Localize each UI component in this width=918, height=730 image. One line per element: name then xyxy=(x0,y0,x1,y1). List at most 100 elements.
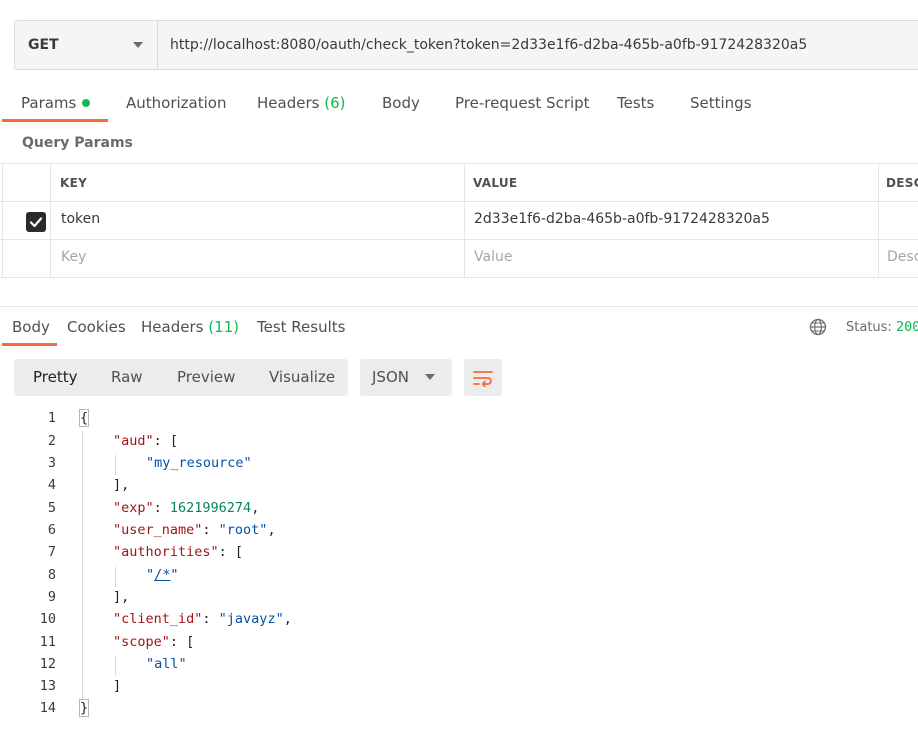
code-line: ], xyxy=(113,589,130,605)
open-brace: { xyxy=(79,409,90,427)
status-code: 200 xyxy=(895,319,918,335)
response-tab-body[interactable]: Body xyxy=(12,318,50,336)
line-number: 2 xyxy=(47,433,56,449)
code-line: "scope": [ xyxy=(113,634,195,650)
code-line: { xyxy=(79,409,90,427)
json-key: "client_id" xyxy=(113,611,203,627)
column-header-description: DESCI xyxy=(886,176,918,190)
code-line: } xyxy=(79,699,90,717)
tab-label: Params xyxy=(21,94,77,112)
response-status: Status: 200 xyxy=(846,319,918,335)
tab-label: Headers xyxy=(257,94,320,112)
tab-params[interactable]: Params xyxy=(21,94,91,112)
active-tab-underline xyxy=(2,343,57,346)
json-string: "root" xyxy=(218,522,268,538)
line-number: 10 xyxy=(39,611,56,627)
close-brace: } xyxy=(79,699,90,717)
pane-divider xyxy=(0,306,918,307)
code-line: ], xyxy=(113,477,130,493)
code-line: "all" xyxy=(146,656,187,672)
table-border xyxy=(0,277,918,278)
code-line: ] xyxy=(113,678,122,694)
param-enabled-checkbox[interactable] xyxy=(26,212,46,232)
check-icon xyxy=(29,217,43,228)
wrap-lines-icon xyxy=(473,370,493,387)
tab-tests[interactable]: Tests xyxy=(617,94,654,112)
tab-authorization[interactable]: Authorization xyxy=(126,94,226,112)
chevron-down-icon xyxy=(133,42,143,48)
url-input[interactable]: http://localhost:8080/oauth/check_token?… xyxy=(158,21,807,69)
line-number: 1 xyxy=(47,410,56,426)
format-select[interactable]: JSON xyxy=(360,359,452,396)
line-number: 14 xyxy=(39,700,56,716)
json-key: "authorities" xyxy=(113,544,219,560)
globe-icon[interactable] xyxy=(809,318,827,336)
line-number: 11 xyxy=(39,634,56,650)
table-border xyxy=(2,163,3,278)
table-border xyxy=(0,201,918,202)
code-line: "aud": [ xyxy=(113,433,179,449)
view-visualize-button[interactable]: Visualize xyxy=(269,359,335,396)
code-line: "user_name": "root", xyxy=(113,522,276,538)
json-string: "javayz" xyxy=(218,611,284,627)
param-value-cell[interactable]: 2d33e1f6-d2ba-465b-a0fb-9172428320a5 xyxy=(474,211,770,227)
table-border xyxy=(0,163,918,164)
tab-settings[interactable]: Settings xyxy=(690,94,752,112)
response-tab-test-results[interactable]: Test Results xyxy=(257,318,345,336)
line-number: 6 xyxy=(47,522,56,538)
active-dot-icon xyxy=(82,98,91,107)
code-line: "/*" xyxy=(146,567,179,583)
table-border xyxy=(878,163,879,278)
code-line: "authorities": [ xyxy=(113,544,244,560)
response-tab-headers[interactable]: Headers (11) xyxy=(141,318,239,336)
code-line: "my_resource" xyxy=(146,455,252,471)
json-link[interactable]: /* xyxy=(154,567,170,583)
table-border xyxy=(50,163,51,278)
line-number: 9 xyxy=(47,589,56,605)
column-header-key: KEY xyxy=(60,176,88,190)
column-header-value: VALUE xyxy=(473,176,518,190)
view-mode-group: Pretty Raw Preview Visualize xyxy=(14,359,348,396)
indent-guide xyxy=(115,567,116,587)
view-pretty-button[interactable]: Pretty xyxy=(33,359,78,396)
json-key: "scope" xyxy=(113,634,170,650)
query-params-title: Query Params xyxy=(22,135,133,151)
line-number: 8 xyxy=(47,567,56,583)
indent-guide xyxy=(82,431,83,699)
param-key-cell[interactable]: token xyxy=(61,211,100,227)
json-string: "my_resource" xyxy=(146,455,252,471)
json-key: "user_name" xyxy=(113,522,203,538)
response-tab-cookies[interactable]: Cookies xyxy=(67,318,126,336)
method-select[interactable]: GET xyxy=(15,21,158,69)
json-string: "all" xyxy=(146,656,187,672)
chevron-down-icon xyxy=(425,374,435,380)
indent-guide xyxy=(115,455,116,475)
status-label: Status: xyxy=(846,320,892,335)
view-raw-button[interactable]: Raw xyxy=(111,359,143,396)
line-number: 4 xyxy=(47,477,56,493)
line-number: 3 xyxy=(47,455,56,471)
headers-count: (11) xyxy=(208,318,240,336)
line-number: 13 xyxy=(39,678,56,694)
tab-headers[interactable]: Headers (6) xyxy=(257,94,345,112)
wrap-lines-button[interactable] xyxy=(464,359,502,396)
code-line: "client_id": "javayz", xyxy=(113,611,292,627)
view-preview-button[interactable]: Preview xyxy=(177,359,235,396)
table-border xyxy=(0,239,918,240)
tab-label: Headers xyxy=(141,318,204,336)
active-tab-underline xyxy=(2,119,108,122)
format-label: JSON xyxy=(372,368,409,386)
request-bar: GET http://localhost:8080/oauth/check_to… xyxy=(14,20,918,70)
headers-count: (6) xyxy=(324,94,346,112)
method-label: GET xyxy=(28,37,59,53)
new-value-input[interactable]: Value xyxy=(474,249,512,265)
json-number: 1621996274 xyxy=(169,500,252,516)
code-line: "exp": 1621996274, xyxy=(113,500,260,516)
new-key-input[interactable]: Key xyxy=(61,249,86,265)
json-key: "aud" xyxy=(113,433,154,449)
table-border xyxy=(464,163,465,278)
new-description-input[interactable]: Desc xyxy=(887,249,918,265)
line-number: 12 xyxy=(39,656,56,672)
tab-body[interactable]: Body xyxy=(382,94,420,112)
tab-pre-request-script[interactable]: Pre-request Script xyxy=(455,94,590,112)
